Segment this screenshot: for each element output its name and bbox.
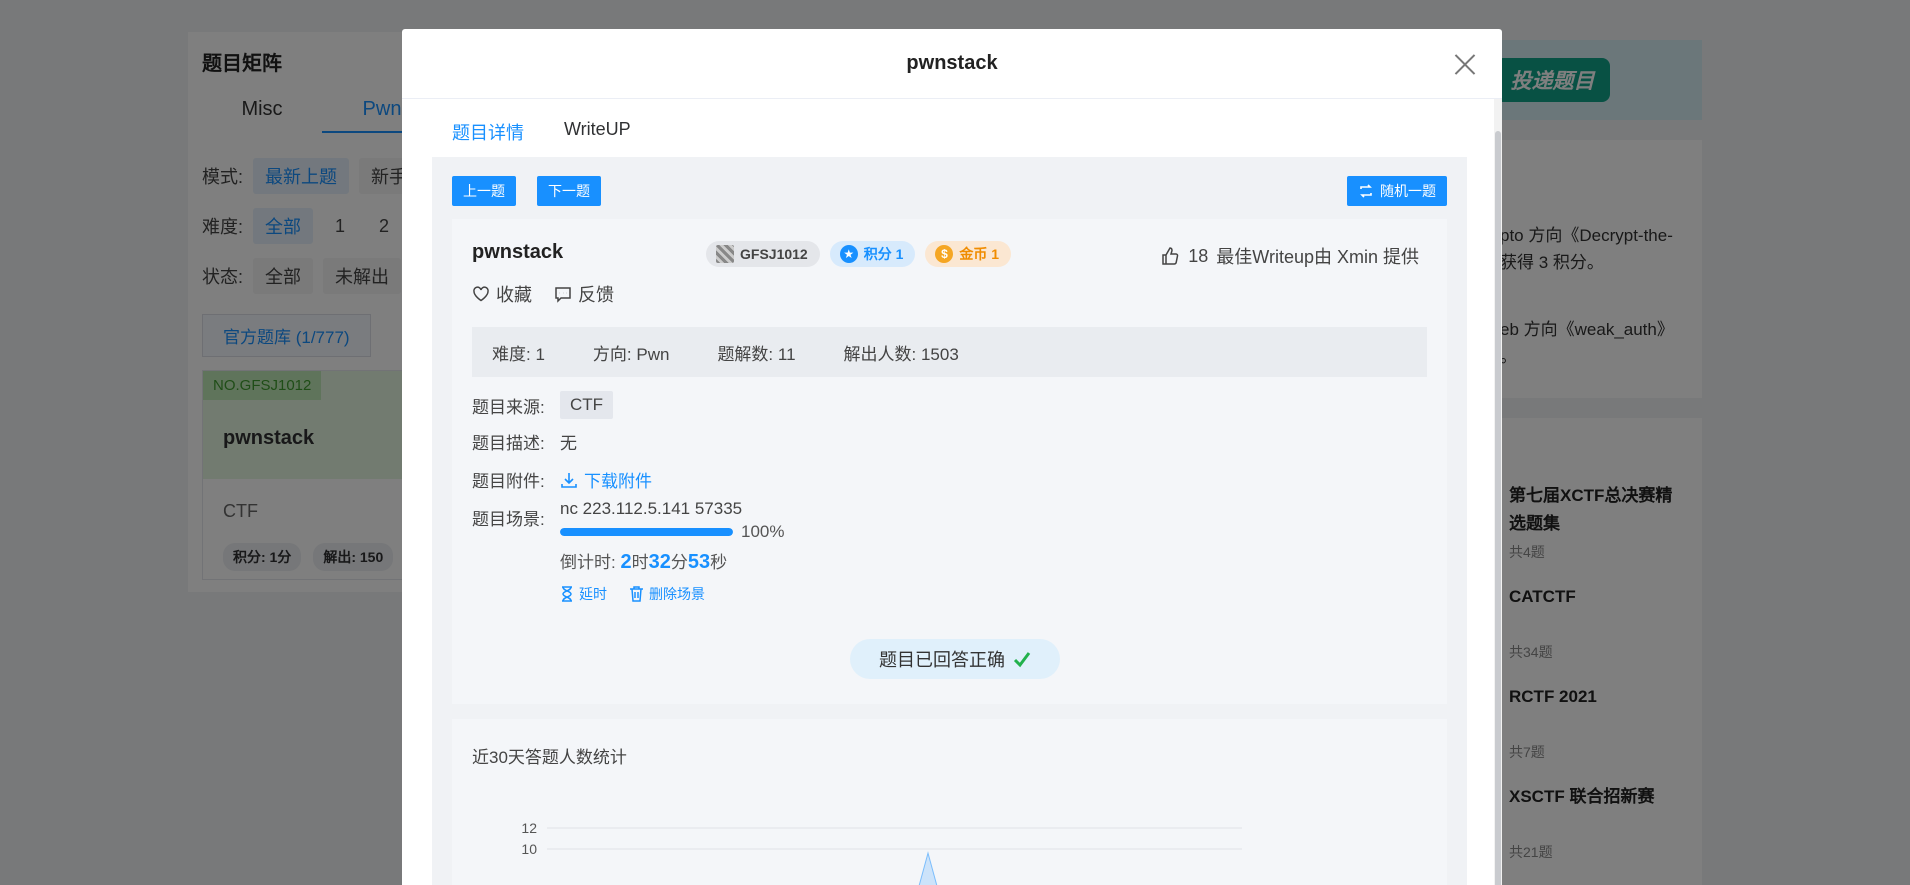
countdown-hours-unit: 时 (631, 553, 649, 572)
countdown-seconds-unit: 秒 (710, 553, 728, 572)
description-value: 无 (560, 434, 577, 453)
tab-writeup[interactable]: WriteUP (544, 101, 651, 159)
feedback-button[interactable]: 反馈 (554, 281, 614, 307)
stat-difficulty: 难度: 1 (492, 344, 545, 364)
score-badge: ★ 积分 1 (829, 241, 916, 267)
solved-status: 题目已回答正确 (850, 639, 1060, 679)
dialog-scrollbar[interactable] (1494, 99, 1502, 885)
scene-progress: 100% (560, 522, 784, 542)
thumbs-up-icon[interactable] (1160, 246, 1180, 266)
best-writeup[interactable]: 最佳Writeup由 Xmin 提供 (1216, 243, 1419, 269)
prev-problem-button[interactable]: 上一题 (452, 176, 516, 206)
extend-button[interactable]: 延时 (560, 584, 607, 604)
countdown-hours: 2 (620, 551, 632, 573)
close-icon[interactable] (1454, 53, 1476, 75)
area-series (918, 851, 938, 885)
problem-actions: 收藏 反馈 (472, 281, 614, 307)
countdown: 倒计时: 2时32分53秒 (560, 548, 784, 574)
attachment-row: 题目附件: 下载附件 (472, 467, 652, 492)
solver-stats-chart-card: 近30天答题人数统计 12 10 (452, 719, 1447, 885)
dialog-body: 上一题 下一题 随机一题 pwnstack GFSJ1012 ★ 积分 1 $ (432, 157, 1467, 885)
solver-stats-chart: 1210 (521, 820, 1242, 885)
problem-id: GFSJ1012 (740, 246, 808, 262)
solved-text: 题目已回答正确 (879, 650, 1005, 670)
problem-nav: 上一题 下一题 随机一题 (452, 176, 1447, 206)
coin-icon: $ (935, 245, 954, 263)
like-area: 18 最佳Writeup由 Xmin 提供 (1160, 243, 1419, 269)
delete-scene-button[interactable]: 删除场景 (629, 584, 705, 604)
shuffle-icon (1360, 184, 1372, 198)
progress-fill (560, 528, 733, 536)
qr-icon (716, 245, 734, 263)
tab-problem-details[interactable]: 题目详情 (432, 101, 544, 159)
scrollbar-thumb[interactable] (1495, 131, 1501, 885)
dialog-tabs: 题目详情 WriteUP (432, 101, 1467, 160)
stat-direction: 方向: Pwn (592, 344, 670, 364)
download-icon (561, 472, 577, 488)
countdown-minutes-unit: 分 (670, 553, 688, 572)
stat-writeups: 题解数: 11 (717, 344, 796, 364)
score-value: 积分 1 (863, 246, 904, 262)
check-icon (1013, 652, 1031, 668)
description-label: 题目描述: (472, 434, 545, 453)
problem-dialog: pwnstack 题目详情 WriteUP 上一题 下一题 随机一题 pwnst… (402, 29, 1502, 885)
scene-row: 题目场景: (472, 505, 560, 530)
problem-stats: 难度: 1 方向: Pwn 题解数: 11 解出人数: 1503 (472, 327, 1427, 377)
trash-icon (630, 586, 643, 602)
random-problem-button[interactable]: 随机一题 (1347, 176, 1447, 206)
coin-badge: $ 金币 1 (925, 241, 1012, 267)
source-row: 题目来源: CTF (472, 391, 614, 419)
y-tick-label: 12 (521, 820, 537, 836)
problem-name: pwnstack (472, 241, 564, 263)
problem-detail-card: pwnstack GFSJ1012 ★ 积分 1 $ 金币 1 18 最佳Wri… (452, 219, 1447, 704)
countdown-seconds: 53 (687, 551, 711, 573)
hourglass-icon (562, 586, 572, 602)
source-label: 题目来源: (472, 397, 545, 417)
scene-operations: 延时 删除场景 (560, 584, 784, 604)
star-icon: ★ (839, 245, 858, 263)
progress-text: 100% (741, 522, 785, 541)
problem-badges: GFSJ1012 ★ 积分 1 $ 金币 1 (706, 241, 1012, 267)
like-count: 18 (1188, 245, 1209, 266)
delete-scene-label: 删除场景 (649, 586, 705, 602)
download-attachment-link[interactable]: 下载附件 (560, 467, 652, 492)
progress-track (560, 528, 733, 536)
collect-label: 收藏 (496, 285, 532, 305)
source-tag: CTF (560, 391, 614, 419)
scene-label: 题目场景: (472, 510, 545, 529)
dialog-header: pwnstack (402, 29, 1502, 99)
attachment-label: 题目附件: (472, 472, 545, 491)
stat-solvers: 解出人数: 1503 (843, 344, 959, 364)
countdown-minutes: 32 (648, 551, 671, 573)
random-problem-label: 随机一题 (1380, 183, 1436, 199)
scene-info: nc 223.112.5.141 57335 100% 倒计时: 2时32分53… (560, 499, 784, 604)
coin-value: 金币 1 (959, 246, 1000, 262)
dialog-title: pwnstack (906, 52, 998, 74)
collect-button[interactable]: 收藏 (472, 281, 532, 307)
extend-label: 延时 (579, 586, 607, 602)
feedback-label: 反馈 (578, 285, 614, 305)
countdown-prefix: 倒计时: (560, 553, 621, 572)
next-problem-button[interactable]: 下一题 (537, 176, 601, 206)
scene-address[interactable]: nc 223.112.5.141 57335 (560, 499, 784, 519)
problem-id-badge: GFSJ1012 (706, 241, 820, 267)
download-label: 下载附件 (584, 472, 652, 491)
description-row: 题目描述: 无 (472, 429, 577, 454)
feedback-icon (555, 287, 571, 303)
y-tick-label: 10 (521, 841, 537, 857)
heart-icon (473, 286, 489, 302)
